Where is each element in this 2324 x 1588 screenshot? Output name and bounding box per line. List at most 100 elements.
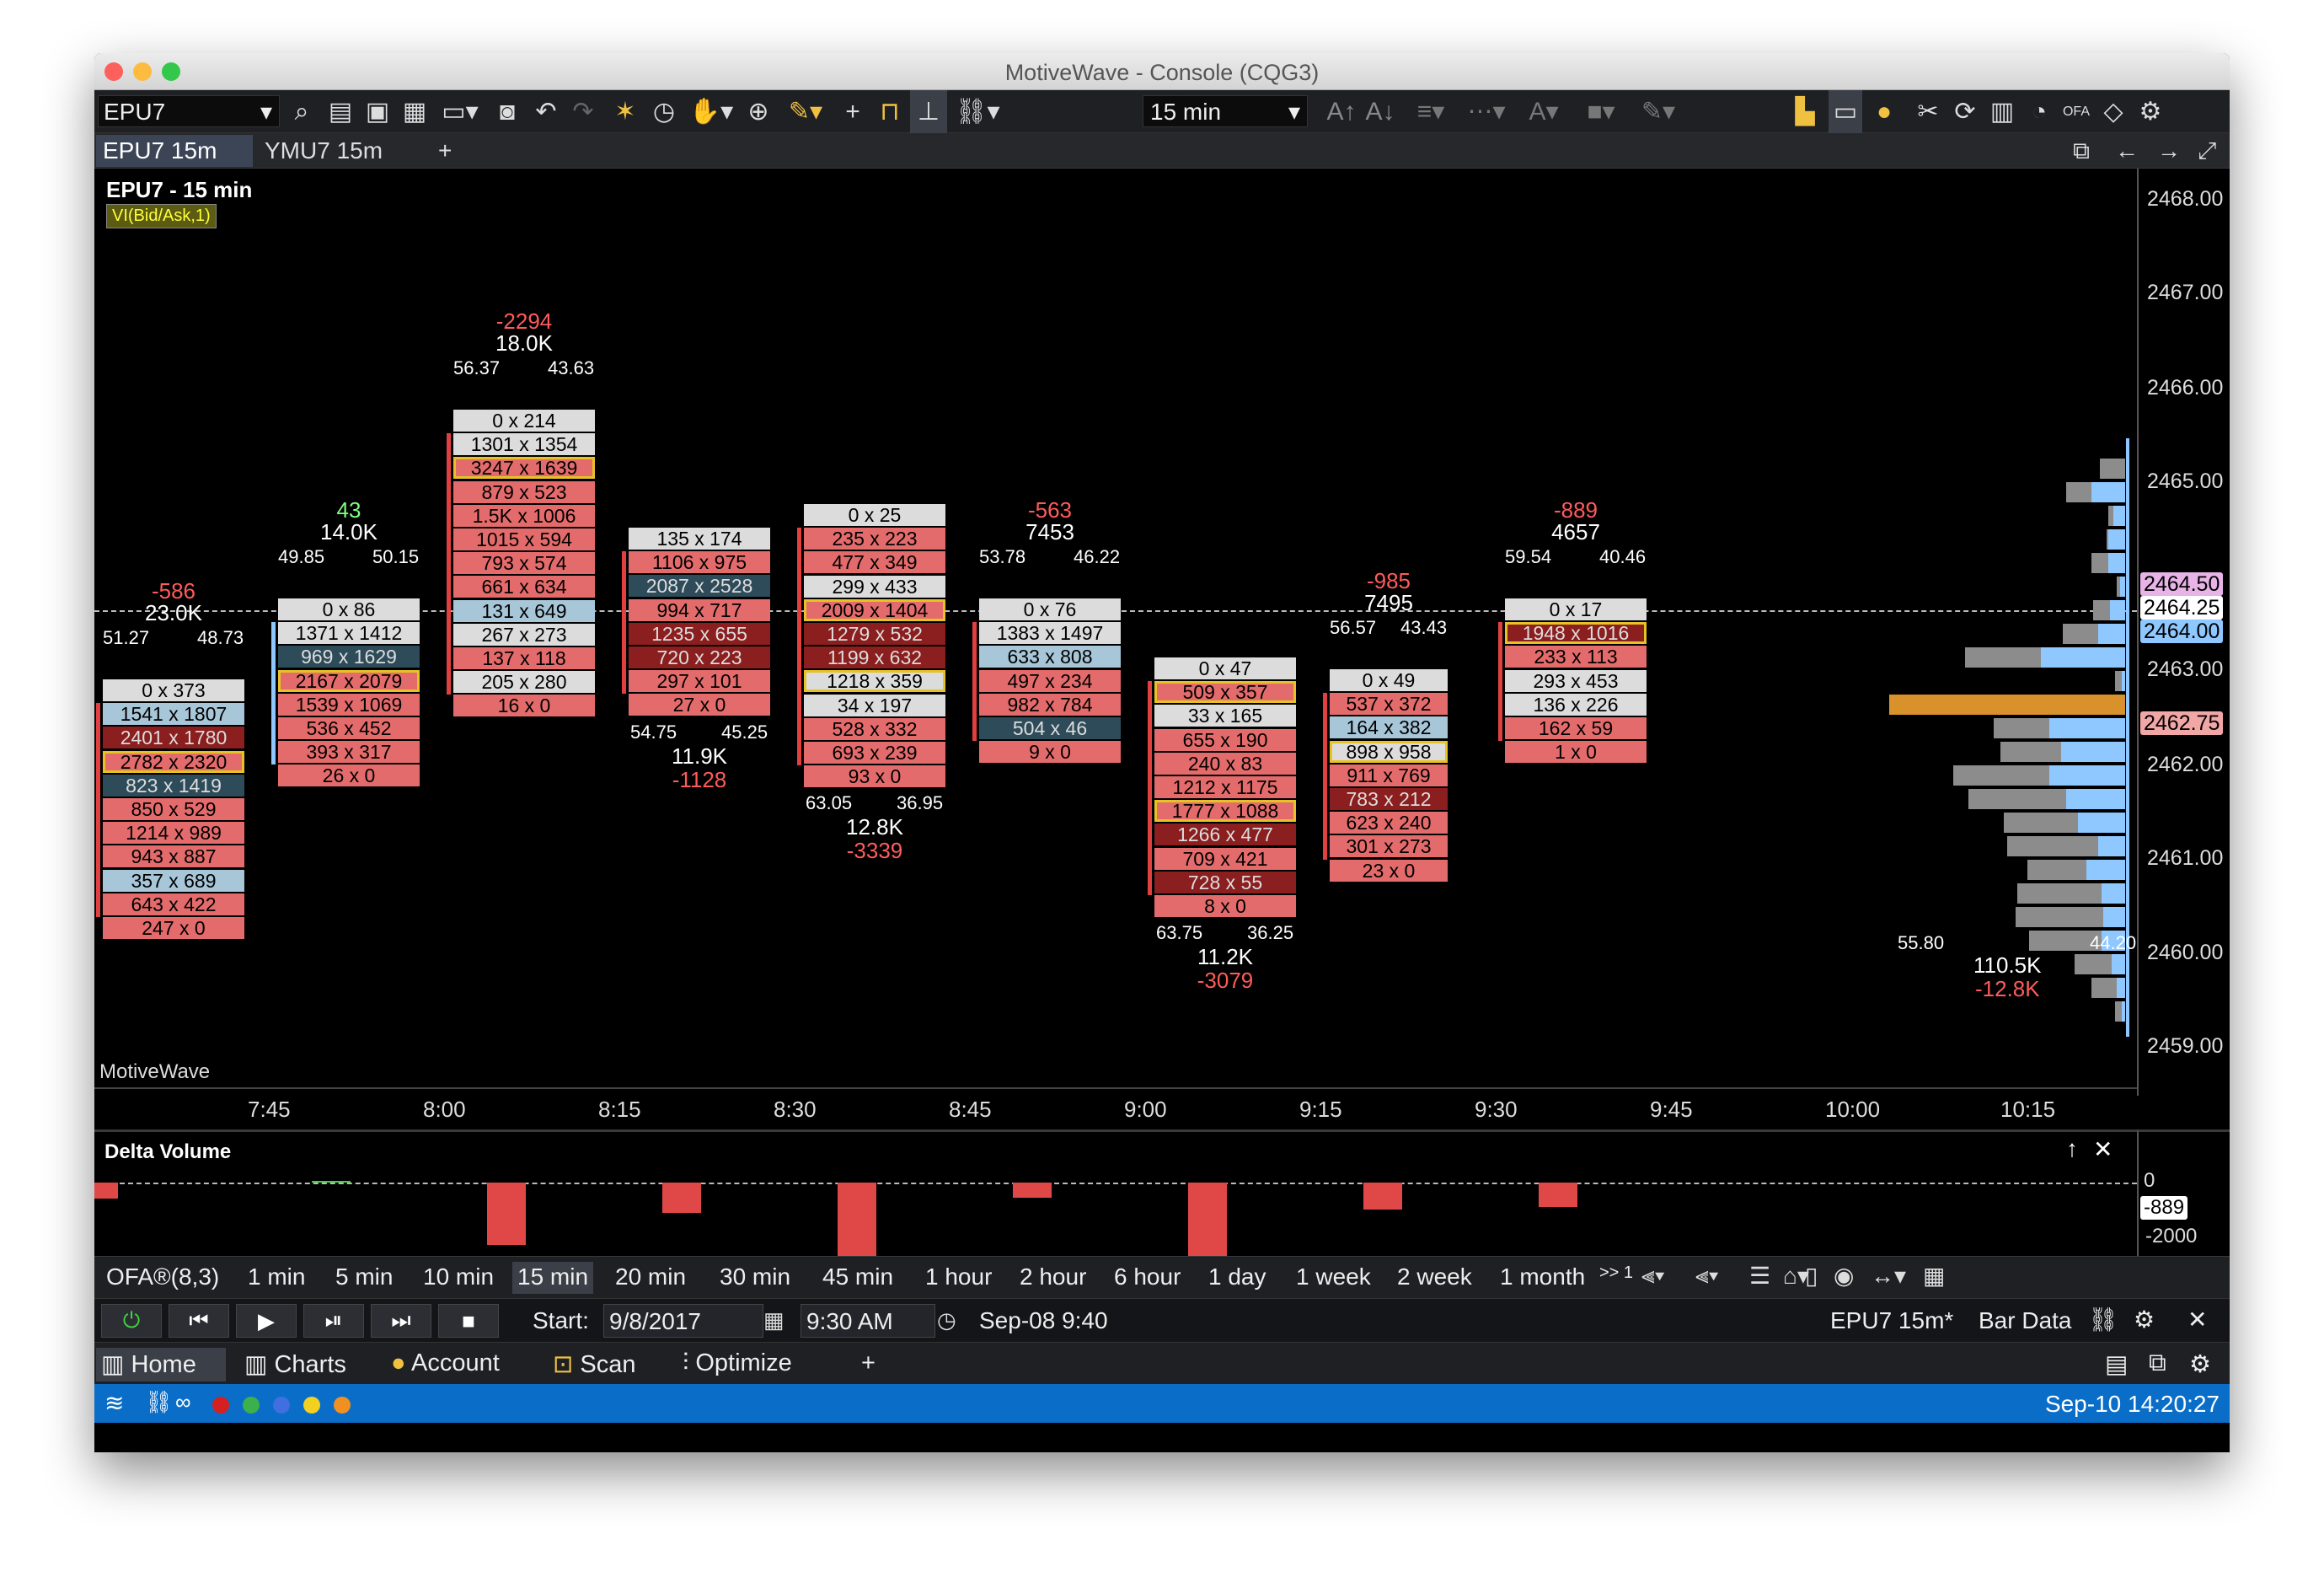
footprint-cell[interactable]: 26 x 0 bbox=[278, 764, 420, 787]
timeframe-7[interactable]: 45 min bbox=[817, 1262, 898, 1294]
footprint-cell[interactable]: 1235 x 655 bbox=[629, 622, 770, 645]
range-icon[interactable]: ↔▾ bbox=[1871, 1262, 1906, 1290]
clock-icon[interactable]: ◷ bbox=[937, 1307, 956, 1333]
footprint-cell[interactable]: 1214 x 989 bbox=[103, 822, 244, 845]
footprint-cell[interactable]: 728 x 55 bbox=[1154, 871, 1296, 893]
power-icon[interactable]: ⏻ bbox=[101, 1304, 162, 1338]
footprint-cell[interactable]: 1.5K x 1006 bbox=[453, 504, 595, 527]
footprint-cell[interactable]: 1106 x 975 bbox=[629, 551, 770, 574]
lock-icon[interactable]: ⊓ bbox=[873, 90, 907, 133]
footprint-cell[interactable]: 293 x 453 bbox=[1505, 669, 1647, 692]
footprint-cell[interactable]: 633 x 808 bbox=[979, 646, 1121, 668]
footprint-cell[interactable]: 0 x 373 bbox=[103, 679, 244, 701]
footprint-cell[interactable]: 233 x 113 bbox=[1505, 646, 1647, 668]
camera-icon[interactable]: ◙ bbox=[490, 90, 524, 133]
footprint-cell[interactable]: 137 x 118 bbox=[453, 647, 595, 669]
footprint-cell[interactable]: 823 x 1419 bbox=[103, 774, 244, 797]
footprint-cell[interactable]: 247 x 0 bbox=[103, 917, 244, 939]
timeframe-more[interactable]: >> 1 bbox=[1594, 1262, 1638, 1294]
crosshair-icon[interactable]: + bbox=[836, 90, 870, 133]
footprint-cell[interactable]: 0 x 49 bbox=[1330, 669, 1448, 691]
timeframe-4[interactable]: 15 min bbox=[512, 1262, 594, 1294]
timeframe-1[interactable]: 1 min bbox=[243, 1262, 310, 1294]
timeframe-8[interactable]: 1 hour bbox=[920, 1262, 997, 1294]
tab-epu7[interactable]: EPU7 15m ✕ bbox=[96, 135, 253, 191]
tools-icon[interactable]: ✂ bbox=[1911, 90, 1945, 133]
footprint-cell[interactable]: 1383 x 1497 bbox=[979, 622, 1121, 645]
replay-icon[interactable]: ◔ bbox=[2022, 90, 2056, 133]
footprint-cell[interactable]: 33 x 165 bbox=[1154, 705, 1296, 727]
footprint-cell[interactable]: 1015 x 594 bbox=[453, 528, 595, 550]
footprint-cell[interactable]: 0 x 25 bbox=[804, 504, 945, 526]
line-color-icon[interactable]: ✎▾ bbox=[1633, 90, 1684, 133]
nav-home[interactable]: ▥ Home ✕ bbox=[96, 1348, 226, 1408]
footprint-cell[interactable]: 982 x 784 bbox=[979, 693, 1121, 716]
footprint-cell[interactable]: 205 x 280 bbox=[453, 671, 595, 694]
settings-gear-icon[interactable]: ⚙ bbox=[2134, 1306, 2155, 1333]
layout-icon[interactable]: ▤ bbox=[2100, 1348, 2133, 1381]
footprint-cell[interactable]: 0 x 214 bbox=[453, 410, 595, 432]
detach-icon[interactable]: ⧉ bbox=[2066, 135, 2100, 167]
footprint-cell[interactable]: 1541 x 1807 bbox=[103, 703, 244, 726]
timeframe-5[interactable]: 20 min bbox=[610, 1262, 691, 1294]
step-icon[interactable]: ⏯ bbox=[303, 1304, 364, 1338]
magic-wand-icon[interactable]: ✶ bbox=[608, 90, 642, 133]
start-date-field[interactable]: 9/8/2017 bbox=[603, 1304, 763, 1338]
footprint-cell[interactable]: 2401 x 1780 bbox=[103, 727, 244, 749]
footprint-cell[interactable]: 793 x 574 bbox=[453, 552, 595, 575]
footprint-cell[interactable]: 131 x 649 bbox=[453, 599, 595, 622]
footprint-cell[interactable]: 8 x 0 bbox=[1154, 895, 1296, 917]
ofa-icon[interactable]: OFA bbox=[2059, 90, 2093, 133]
close-panel-icon[interactable]: ✕ bbox=[2093, 1135, 2112, 1163]
add-page-icon[interactable]: + bbox=[856, 1348, 881, 1381]
start-time-field[interactable]: 9:30 AM bbox=[801, 1304, 935, 1338]
alarm-clock-icon[interactable]: ◷ bbox=[647, 90, 681, 133]
timeframe-2[interactable]: 5 min bbox=[330, 1262, 398, 1294]
nav-charts[interactable]: ▥ Charts bbox=[239, 1348, 351, 1381]
footprint-cell[interactable]: 164 x 382 bbox=[1330, 716, 1448, 739]
calendar-icon[interactable]: ▦ bbox=[1923, 1262, 1945, 1290]
draw-tool-icon[interactable]: ✎▾ bbox=[780, 90, 831, 133]
stop-icon[interactable]: ■ bbox=[438, 1304, 499, 1338]
footprint-cell[interactable]: 528 x 332 bbox=[804, 717, 945, 740]
save-icon[interactable]: ▣ bbox=[361, 90, 394, 133]
footprint-cell[interactable]: 1199 x 632 bbox=[804, 646, 945, 669]
footprint-cell[interactable]: 162 x 59 bbox=[1505, 717, 1647, 739]
open-folder-icon[interactable]: ▭▾ bbox=[435, 90, 485, 133]
font-increase-icon[interactable]: A↑ bbox=[1325, 90, 1358, 133]
settings-gear-icon[interactable]: ⚙ bbox=[2184, 1348, 2216, 1381]
align-right-icon[interactable]: ⫷▾ bbox=[1695, 1262, 1719, 1290]
footprint-cell[interactable]: 497 x 234 bbox=[979, 669, 1121, 692]
timeframe-6[interactable]: 30 min bbox=[715, 1262, 795, 1294]
rewind-start-icon[interactable]: ⏮ bbox=[169, 1304, 229, 1338]
align-left-icon[interactable]: ⫷▾ bbox=[1641, 1262, 1665, 1290]
footprint-cell[interactable]: 1266 x 477 bbox=[1154, 824, 1296, 846]
footprint-cell[interactable]: 393 x 317 bbox=[278, 741, 420, 764]
save-all-icon[interactable]: ▦ bbox=[398, 90, 431, 133]
arrow-left-icon[interactable]: ← bbox=[2108, 135, 2142, 167]
red-status-dot[interactable] bbox=[212, 1397, 229, 1414]
tab-ymu7[interactable]: YMU7 15m bbox=[258, 135, 401, 167]
add-tab-icon[interactable]: + bbox=[431, 135, 465, 167]
footprint-cell[interactable]: 661 x 634 bbox=[453, 576, 595, 598]
footprint-cell[interactable]: 1777 x 1088 bbox=[1154, 800, 1296, 823]
fill-color-icon[interactable]: ■▾ bbox=[1576, 90, 1626, 133]
nav-scan[interactable]: ⊡ Scan bbox=[548, 1348, 640, 1381]
footprint-cell[interactable]: 301 x 273 bbox=[1330, 835, 1448, 858]
footprint-cell[interactable]: 850 x 529 bbox=[103, 798, 244, 820]
footprint-cell[interactable]: 3247 x 1639 bbox=[453, 457, 595, 480]
blue-status-dot[interactable] bbox=[273, 1397, 290, 1414]
footprint-cell[interactable]: 709 x 421 bbox=[1154, 847, 1296, 870]
footprint-cell[interactable]: 1301 x 1354 bbox=[453, 433, 595, 456]
yellow-status-dot[interactable] bbox=[303, 1397, 320, 1414]
footprint-cell[interactable]: 898 x 958 bbox=[1330, 740, 1448, 763]
footprint-cell[interactable]: 943 x 887 bbox=[103, 845, 244, 868]
pan-hand-icon[interactable]: ✋▾ bbox=[686, 90, 736, 133]
footprint-cell[interactable]: 783 x 212 bbox=[1330, 788, 1448, 810]
bar-chart-icon[interactable]: ▙ bbox=[1788, 90, 1822, 133]
footprint-cell[interactable]: 643 x 422 bbox=[103, 893, 244, 915]
timeframe-11[interactable]: 1 day bbox=[1203, 1262, 1272, 1294]
footprint-cell[interactable]: 240 x 83 bbox=[1154, 752, 1296, 775]
columns-icon[interactable]: ▥ bbox=[1985, 90, 2019, 133]
footprint-cell[interactable]: 536 x 452 bbox=[278, 717, 420, 739]
